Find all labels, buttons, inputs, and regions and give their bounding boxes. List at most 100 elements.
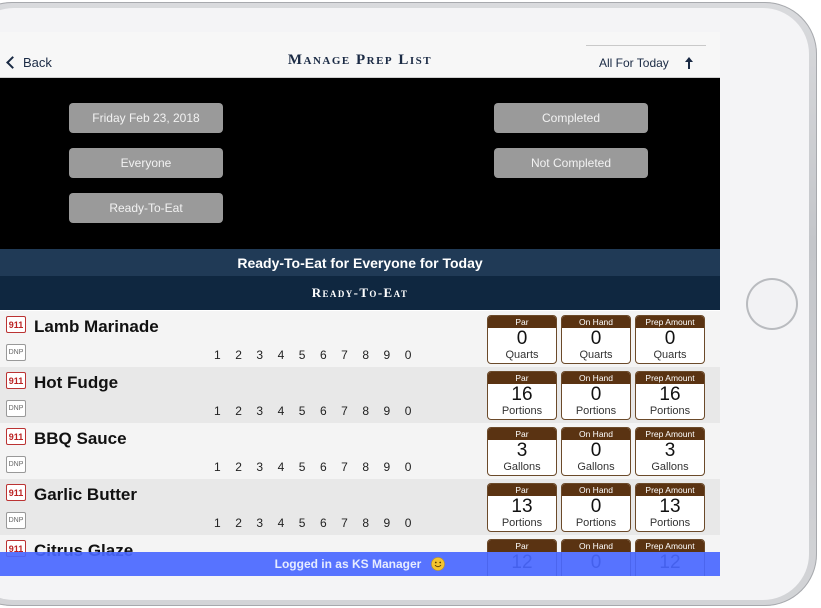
item-name: Hot Fudge	[34, 373, 119, 392]
prep-amount-cell[interactable]: Prep Amount 13 Portions	[635, 483, 705, 532]
digit-key[interactable]: 8	[362, 460, 383, 474]
view-filter-menu[interactable]: All For Today	[586, 45, 706, 75]
digit-key[interactable]: 2	[235, 404, 256, 418]
digit-key[interactable]: 1	[214, 348, 235, 362]
digit-key[interactable]: 7	[341, 404, 362, 418]
prep-amount-value: 0	[664, 328, 676, 349]
quantity-keypad: 1234567890	[214, 348, 426, 362]
digit-key[interactable]: 2	[235, 348, 256, 362]
on-hand-cell[interactable]: On Hand 0 Portions	[561, 483, 631, 532]
prep-amount-value: 16	[659, 384, 681, 405]
digit-key[interactable]: 8	[362, 404, 383, 418]
prep-amount-unit: Gallons	[651, 461, 689, 473]
on-hand-unit: Quarts	[579, 349, 613, 361]
dnp-badge[interactable]: DNP	[6, 344, 26, 361]
urgent-911-badge[interactable]: 911	[6, 372, 26, 389]
home-button[interactable]	[748, 280, 796, 328]
quantity-keypad: 1234567890	[214, 516, 426, 530]
digit-key[interactable]: 2	[235, 460, 256, 474]
on-hand-value: 0	[590, 440, 602, 461]
not-completed-filter-button[interactable]: Not Completed	[494, 148, 648, 178]
category-filter-button[interactable]: Ready-To-Eat	[69, 193, 223, 223]
digit-key[interactable]: 7	[341, 348, 362, 362]
on-hand-value: 0	[590, 328, 602, 349]
quantity-keypad: 1234567890	[214, 404, 426, 418]
on-hand-header: On Hand	[562, 484, 630, 496]
on-hand-header: On Hand	[562, 316, 630, 328]
digit-key[interactable]: 3	[256, 348, 277, 362]
digit-key[interactable]: 4	[278, 404, 299, 418]
on-hand-header: On Hand	[562, 372, 630, 384]
digit-key[interactable]: 7	[341, 516, 362, 530]
digit-key[interactable]: 0	[405, 348, 426, 362]
digit-key[interactable]: 5	[299, 460, 320, 474]
digit-key[interactable]: 6	[320, 348, 341, 362]
digit-key[interactable]: 5	[299, 348, 320, 362]
par-value: 3	[516, 440, 528, 461]
prep-item-list[interactable]: 911 DNP Lamb Marinade 1234567890 Par 0 Q…	[0, 311, 720, 576]
par-cell[interactable]: Par 16 Portions	[487, 371, 557, 420]
digit-key[interactable]: 6	[320, 460, 341, 474]
on-hand-cell[interactable]: On Hand 0 Quarts	[561, 315, 631, 364]
digit-key[interactable]: 4	[278, 516, 299, 530]
digit-key[interactable]: 9	[384, 404, 405, 418]
par-unit: Portions	[501, 517, 543, 529]
digit-key[interactable]: 9	[384, 348, 405, 362]
prep-amount-header: Prep Amount	[636, 484, 704, 496]
item-name: Garlic Butter	[34, 485, 137, 504]
digit-key[interactable]: 2	[235, 516, 256, 530]
digit-key[interactable]: 9	[384, 516, 405, 530]
list-item[interactable]: 911 DNP BBQ Sauce 1234567890 Par 3 Gallo…	[0, 423, 720, 479]
date-filter-button[interactable]: Friday Feb 23, 2018	[69, 103, 223, 133]
on-hand-unit: Portions	[575, 517, 617, 529]
prep-amount-unit: Portions	[649, 517, 691, 529]
digit-key[interactable]: 0	[405, 516, 426, 530]
list-item[interactable]: 911 DNP Lamb Marinade 1234567890 Par 0 Q…	[0, 311, 720, 367]
on-hand-cell[interactable]: On Hand 0 Portions	[561, 371, 631, 420]
par-header: Par	[488, 428, 556, 440]
digit-key[interactable]: 5	[299, 516, 320, 530]
dnp-badge[interactable]: DNP	[6, 456, 26, 473]
digit-key[interactable]: 3	[256, 516, 277, 530]
login-status-bar: Logged in as KS Manager	[0, 552, 720, 576]
navigation-bar: Back Manage Prep List All For Today	[0, 32, 720, 78]
login-status-text: Logged in as KS Manager	[274, 557, 422, 571]
digit-key[interactable]: 1	[214, 516, 235, 530]
dnp-badge[interactable]: DNP	[6, 512, 26, 529]
digit-key[interactable]: 8	[362, 348, 383, 362]
digit-key[interactable]: 4	[278, 348, 299, 362]
digit-key[interactable]: 4	[278, 460, 299, 474]
arrow-up-icon[interactable]	[684, 56, 694, 70]
dnp-badge[interactable]: DNP	[6, 400, 26, 417]
digit-key[interactable]: 3	[256, 460, 277, 474]
list-item[interactable]: 911 DNP Garlic Butter 1234567890 Par 13 …	[0, 479, 720, 535]
prep-amount-cell[interactable]: Prep Amount 16 Portions	[635, 371, 705, 420]
on-hand-cell[interactable]: On Hand 0 Gallons	[561, 427, 631, 476]
digit-key[interactable]: 7	[341, 460, 362, 474]
par-cell[interactable]: Par 0 Quarts	[487, 315, 557, 364]
list-item[interactable]: 911 DNP Hot Fudge 1234567890 Par 16 Port…	[0, 367, 720, 423]
digit-key[interactable]: 0	[405, 460, 426, 474]
summary-bar: Ready-To-Eat for Everyone for Today	[0, 249, 720, 276]
prep-amount-cell[interactable]: Prep Amount 3 Gallons	[635, 427, 705, 476]
urgent-911-badge[interactable]: 911	[6, 428, 26, 445]
assignee-filter-button[interactable]: Everyone	[69, 148, 223, 178]
completed-filter-button[interactable]: Completed	[494, 103, 648, 133]
prep-amount-cell[interactable]: Prep Amount 0 Quarts	[635, 315, 705, 364]
urgent-911-badge[interactable]: 911	[6, 484, 26, 501]
digit-key[interactable]: 0	[405, 404, 426, 418]
digit-key[interactable]: 5	[299, 404, 320, 418]
par-header: Par	[488, 316, 556, 328]
par-cell[interactable]: Par 3 Gallons	[487, 427, 557, 476]
digit-key[interactable]: 3	[256, 404, 277, 418]
digit-key[interactable]: 9	[384, 460, 405, 474]
digit-key[interactable]: 8	[362, 516, 383, 530]
digit-key[interactable]: 1	[214, 460, 235, 474]
digit-key[interactable]: 6	[320, 404, 341, 418]
urgent-911-badge[interactable]: 911	[6, 316, 26, 333]
digit-key[interactable]: 6	[320, 516, 341, 530]
par-cell[interactable]: Par 13 Portions	[487, 483, 557, 532]
digit-key[interactable]: 1	[214, 404, 235, 418]
par-unit: Portions	[501, 405, 543, 417]
on-hand-unit: Portions	[575, 405, 617, 417]
